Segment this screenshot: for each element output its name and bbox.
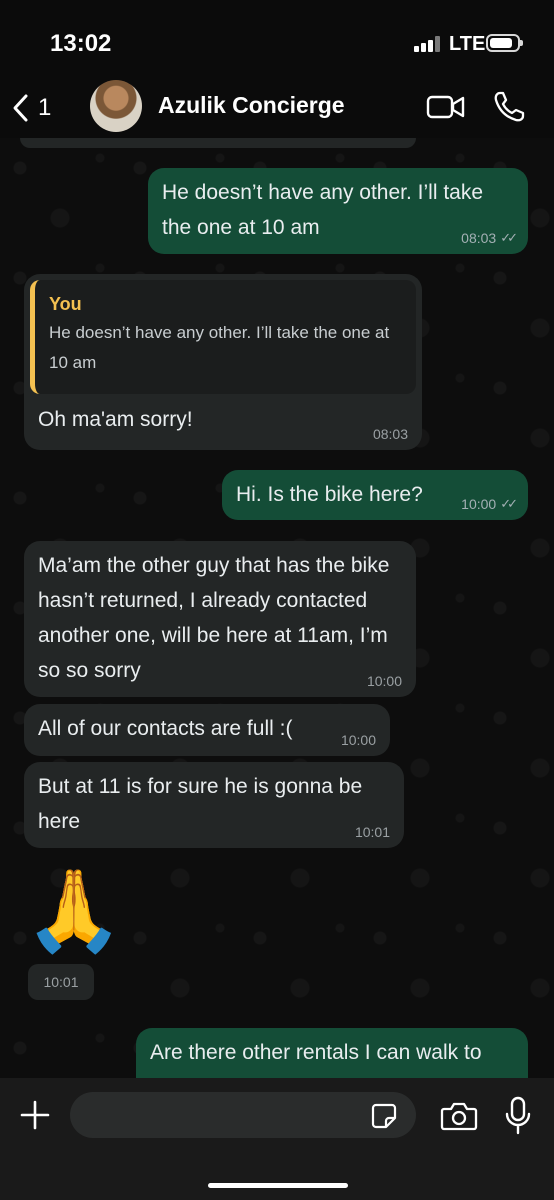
back-chevron-icon xyxy=(13,94,28,122)
message-time: 10:00 xyxy=(461,496,497,512)
phone-icon[interactable] xyxy=(492,90,526,124)
chat-header: 1 Azulik Concierge xyxy=(0,80,554,138)
message-bubble-outgoing[interactable]: Are there other rentals I can walk to xyxy=(136,1028,528,1078)
quoted-author: You xyxy=(49,294,82,314)
emoji-message[interactable]: 🙏 xyxy=(24,864,124,958)
video-call-icon[interactable] xyxy=(426,92,466,122)
message-meta: 10:00 xyxy=(367,673,402,689)
home-indicator xyxy=(208,1183,348,1188)
contact-name[interactable]: Azulik Concierge xyxy=(158,92,345,119)
message-meta: 08:03 ✓✓ xyxy=(461,230,518,246)
battery-icon xyxy=(486,34,523,52)
status-bar: 13:02 LTE xyxy=(0,0,554,80)
network-label: LTE xyxy=(449,33,486,55)
message-meta: 10:00 ✓✓ xyxy=(461,496,518,512)
message-text: Oh ma'am sorry! xyxy=(38,408,193,431)
message-bubble-outgoing[interactable]: Hi. Is the bike here? 10:00 ✓✓ xyxy=(222,470,528,520)
message-time: 10:01 xyxy=(28,964,94,1000)
quoted-reply[interactable]: You He doesn’t have any other. I’ll take… xyxy=(30,280,416,394)
message-time: 10:00 xyxy=(366,673,402,689)
read-receipt-icon: ✓✓ xyxy=(500,230,518,245)
message-time: 10:00 xyxy=(340,732,376,748)
message-bubble-incoming[interactable]: But at 11 is for sure he is gonna be her… xyxy=(24,762,404,848)
message-bubble-incoming[interactable]: Ma’am the other guy that has the bike ha… xyxy=(24,541,416,697)
message-meta: 10:01 xyxy=(355,824,390,840)
back-unread-count: 1 xyxy=(38,94,52,121)
camera-icon[interactable] xyxy=(440,1100,478,1132)
message-text: But at 11 is for sure he is gonna be her… xyxy=(38,775,363,833)
message-bubble-incoming[interactable]: You He doesn’t have any other. I’ll take… xyxy=(24,274,422,450)
message-text: Are there other rentals I can walk to xyxy=(150,1041,482,1064)
avatar[interactable] xyxy=(90,80,142,132)
sticker-icon[interactable] xyxy=(370,1102,398,1130)
quoted-text: He doesn’t have any other. I’ll take the… xyxy=(49,323,390,372)
message-text: Ma’am the other guy that has the bike ha… xyxy=(38,554,390,682)
read-receipt-icon: ✓✓ xyxy=(500,496,518,511)
message-bubble-incoming[interactable]: All of our contacts are full :( 10:00 xyxy=(24,704,390,756)
message-time: 08:03 xyxy=(372,426,408,442)
signal-icon xyxy=(414,36,440,52)
message-list[interactable]: He doesn’t have any other. I’ll take the… xyxy=(0,138,554,1078)
message-meta: 08:03 xyxy=(373,426,408,442)
message-time: 08:03 xyxy=(461,230,497,246)
message-text: All of our contacts are full :( xyxy=(38,717,293,740)
compose-bar xyxy=(0,1078,554,1200)
back-button[interactable]: 1 xyxy=(10,88,51,128)
message-meta: 10:00 xyxy=(341,732,376,748)
mic-icon[interactable] xyxy=(504,1096,532,1136)
message-bubble-outgoing[interactable]: He doesn’t have any other. I’ll take the… xyxy=(148,168,528,254)
plus-icon[interactable] xyxy=(18,1098,52,1132)
message-time: 10:01 xyxy=(354,824,390,840)
status-time: 13:02 xyxy=(50,30,112,57)
previous-message-bubble xyxy=(20,138,416,148)
message-input[interactable] xyxy=(70,1092,416,1138)
